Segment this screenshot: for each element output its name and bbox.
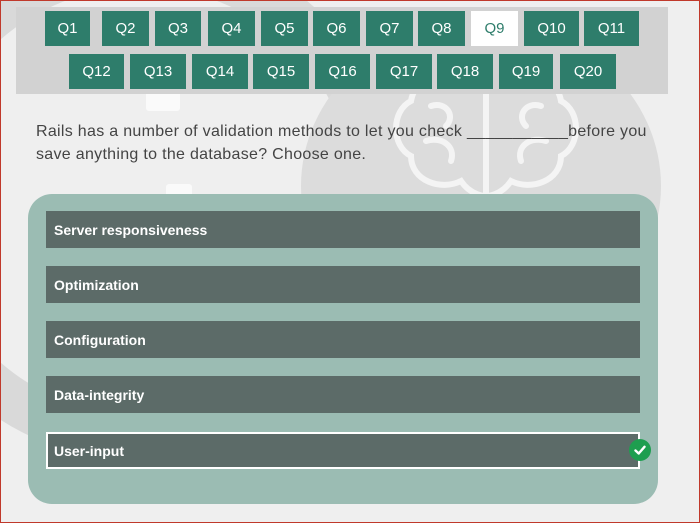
option-server-responsiveness[interactable]: Server responsiveness — [46, 211, 640, 248]
question-tab-q13[interactable]: Q13 — [130, 54, 186, 89]
question-tab-q4[interactable]: Q4 — [208, 11, 255, 46]
question-tab-q3[interactable]: Q3 — [155, 11, 201, 46]
option-data-integrity[interactable]: Data-integrity — [46, 376, 640, 413]
question-tab-q6[interactable]: Q6 — [313, 11, 360, 46]
question-tab-q18[interactable]: Q18 — [437, 54, 493, 89]
question-tab-q9[interactable]: Q9 — [471, 11, 518, 46]
question-tab-q8[interactable]: Q8 — [418, 11, 465, 46]
check-circle-icon — [629, 439, 651, 461]
question-tab-q11[interactable]: Q11 — [584, 11, 639, 46]
question-navigation: Q1 Q2 Q3 Q4 Q5 Q6 Q7 Q8 Q9 Q10 Q11 Q12 Q13 Q14 Q15 Q16 Q… — [16, 7, 668, 94]
question-tab-q20[interactable]: Q20 — [560, 54, 616, 89]
question-tab-q16[interactable]: Q16 — [315, 54, 370, 89]
quiz-page: Q1 Q2 Q3 Q4 Q5 Q6 Q7 Q8 Q9 Q10 Q11 Q12 Q13 Q14 Q15 Q16 Q… — [0, 0, 700, 523]
question-tab-q14[interactable]: Q14 — [192, 54, 248, 89]
question-tab-q2[interactable]: Q2 — [102, 11, 149, 46]
question-tab-q15[interactable]: Q15 — [253, 54, 309, 89]
question-tab-q10[interactable]: Q10 — [524, 11, 579, 46]
question-tab-q19[interactable]: Q19 — [499, 54, 553, 89]
question-tab-q1[interactable]: Q1 — [45, 11, 90, 46]
question-text: Rails has a number of validation methods… — [36, 123, 647, 163]
option-configuration[interactable]: Configuration — [46, 321, 640, 358]
option-user-input[interactable]: User-input — [46, 432, 640, 469]
question-tab-q17[interactable]: Q17 — [376, 54, 432, 89]
question-tab-q12[interactable]: Q12 — [69, 54, 124, 89]
question-tab-q7[interactable]: Q7 — [366, 11, 413, 46]
option-optimization[interactable]: Optimization — [46, 266, 640, 303]
question-tab-q5[interactable]: Q5 — [261, 11, 308, 46]
